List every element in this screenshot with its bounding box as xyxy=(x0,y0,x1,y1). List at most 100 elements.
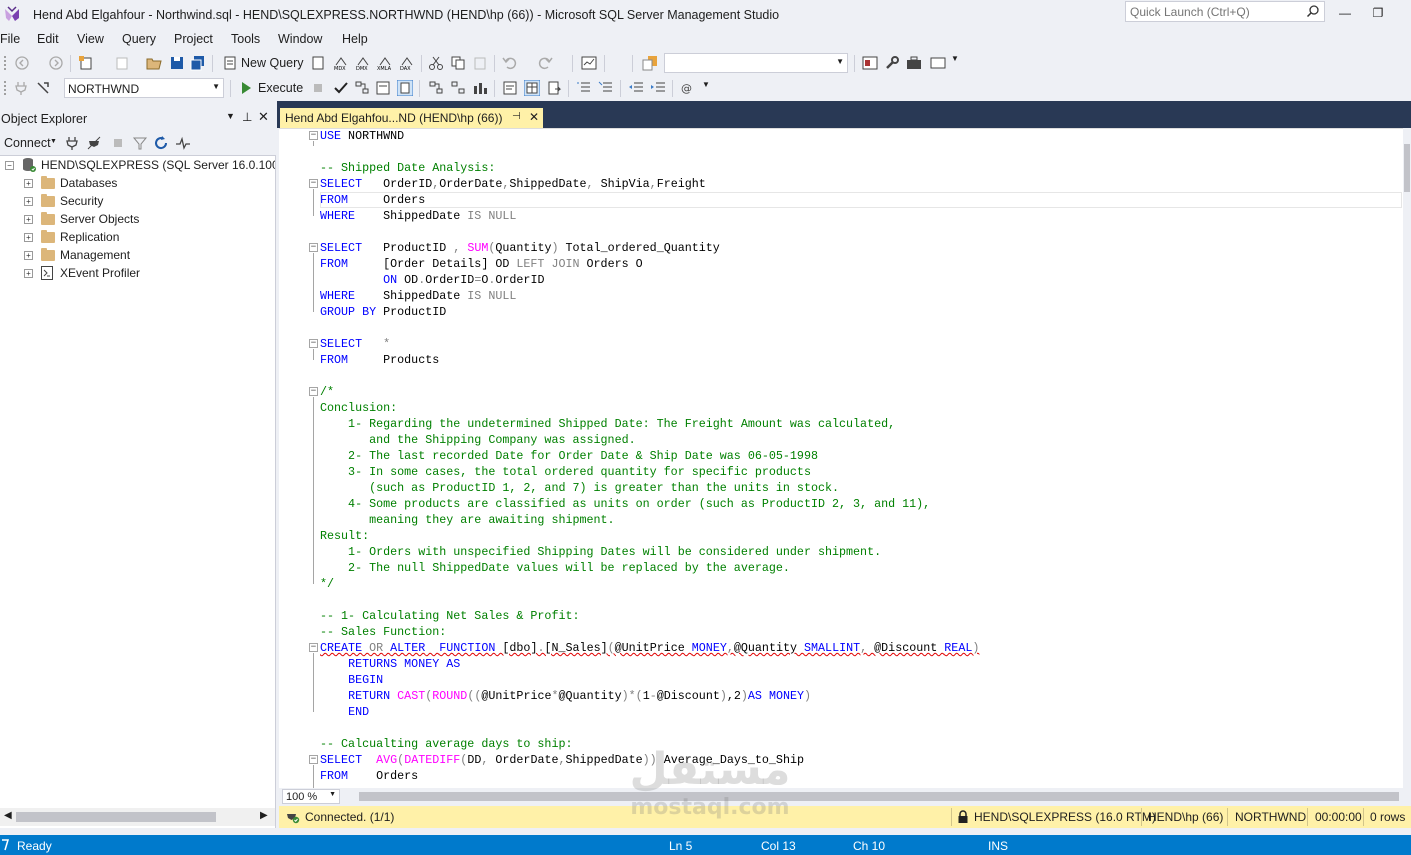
sql-editor[interactable]: − − − − − − − USE NORTHWND -- Shipped Da… xyxy=(279,128,1403,788)
scroll-thumb[interactable] xyxy=(16,812,216,822)
database-engine-query-icon[interactable] xyxy=(310,55,326,71)
output-icon[interactable] xyxy=(0,839,10,851)
collapse-toggle-icon[interactable]: − xyxy=(5,161,14,170)
filter-icon[interactable] xyxy=(132,135,148,151)
available-databases-combo[interactable]: NORTHWND ▼ xyxy=(64,78,224,98)
close-tab-icon[interactable]: ✕ xyxy=(529,110,539,124)
fold-toggle-icon[interactable]: − xyxy=(309,755,318,764)
query-options-icon[interactable] xyxy=(375,80,391,96)
pin-tab-icon[interactable]: ⊣ xyxy=(512,111,521,122)
restore-button[interactable]: ❐ xyxy=(1366,4,1390,22)
scroll-thumb[interactable] xyxy=(1404,144,1410,192)
menu-window[interactable]: Window xyxy=(278,32,322,46)
window-layout-icon[interactable] xyxy=(930,55,946,71)
disconnect-icon[interactable] xyxy=(86,135,102,151)
menu-view[interactable]: View xyxy=(77,32,104,46)
back-icon[interactable] xyxy=(14,55,30,71)
parse-checkmark-icon[interactable] xyxy=(333,80,349,96)
menu-edit[interactable]: Edit xyxy=(37,32,59,46)
results-to-text-icon[interactable] xyxy=(502,80,518,96)
zoom-combo[interactable]: 100 % ▼ xyxy=(282,789,340,804)
fold-toggle-icon[interactable]: − xyxy=(309,131,318,140)
results-to-grid-icon[interactable] xyxy=(524,80,540,96)
menu-file[interactable]: File xyxy=(0,32,20,46)
dmx-query-icon[interactable]: DMX xyxy=(355,55,371,71)
activity-pulse-icon[interactable] xyxy=(175,135,191,151)
activity-monitor-icon[interactable] xyxy=(581,55,597,71)
expand-toggle-icon[interactable]: + xyxy=(24,215,33,224)
editor-hscroll-thumb[interactable] xyxy=(359,792,1399,801)
new-query-icon[interactable] xyxy=(222,55,238,71)
document-tab-northwind[interactable]: Hend Abd Elgahfou...ND (HEND\hp (66)) ⊣ … xyxy=(280,108,543,128)
expand-toggle-icon[interactable]: + xyxy=(24,233,33,242)
object-explorer-hscrollbar[interactable]: ◀ ▶ xyxy=(0,808,275,826)
open-file-icon[interactable] xyxy=(146,55,162,71)
toolbar-grip[interactable] xyxy=(3,80,7,97)
redo-icon[interactable] xyxy=(537,55,553,71)
chevron-down-icon[interactable]: ▼ xyxy=(836,57,844,66)
expand-toggle-icon[interactable]: + xyxy=(24,179,33,188)
save-all-icon[interactable] xyxy=(190,55,206,71)
client-statistics-icon[interactable] xyxy=(472,80,488,96)
template-explorer-icon[interactable] xyxy=(862,55,878,71)
chevron-down-icon[interactable]: ▼ xyxy=(951,54,959,63)
paste-icon[interactable] xyxy=(472,55,488,71)
quick-launch-box[interactable] xyxy=(1125,1,1325,22)
fold-toggle-icon[interactable]: − xyxy=(309,179,318,188)
connect-button[interactable]: Connect xyxy=(4,136,51,150)
live-query-stats-icon[interactable] xyxy=(450,80,466,96)
expand-toggle-icon[interactable]: + xyxy=(24,251,33,260)
new-project-icon[interactable] xyxy=(78,55,94,71)
new-query-label[interactable]: New Query xyxy=(241,56,304,70)
forward-icon[interactable] xyxy=(48,55,64,71)
fold-toggle-icon[interactable]: − xyxy=(309,387,318,396)
connect-plug-icon[interactable] xyxy=(13,80,29,96)
stop-icon[interactable] xyxy=(110,135,126,151)
specify-template-values-icon[interactable]: @ xyxy=(680,80,696,96)
scroll-left-icon[interactable]: ◀ xyxy=(4,810,12,821)
undo-icon[interactable] xyxy=(502,55,518,71)
cancel-query-icon[interactable] xyxy=(310,80,326,96)
refresh-icon[interactable] xyxy=(153,135,169,151)
find-in-files-icon[interactable] xyxy=(642,55,658,71)
mdx-query-icon[interactable]: MDX xyxy=(333,55,349,71)
editor-vscrollbar[interactable] xyxy=(1403,128,1411,788)
menu-help[interactable]: Help xyxy=(342,32,368,46)
menu-tools[interactable]: Tools xyxy=(231,32,260,46)
results-to-file-icon[interactable] xyxy=(546,80,562,96)
chevron-down-icon[interactable]: ▼ xyxy=(702,80,710,89)
solution-config-combo[interactable]: ▼ xyxy=(664,53,848,73)
uncomment-icon[interactable] xyxy=(598,80,614,96)
ssms-app-icon[interactable] xyxy=(3,6,21,24)
menu-project[interactable]: Project xyxy=(174,32,213,46)
execute-play-icon[interactable] xyxy=(238,80,254,96)
expand-toggle-icon[interactable]: + xyxy=(24,197,33,206)
change-connection-icon[interactable] xyxy=(35,80,51,96)
dax-query-icon[interactable]: DAX xyxy=(399,55,415,71)
quick-launch-input[interactable] xyxy=(1130,4,1300,20)
tree-node-server[interactable]: − HEND\SQLEXPRESS (SQL Server 16.0.1000 … xyxy=(0,156,275,174)
add-item-icon[interactable] xyxy=(114,55,130,71)
execute-label[interactable]: Execute xyxy=(258,81,303,95)
include-actual-plan-icon[interactable] xyxy=(428,80,444,96)
toolbox-icon[interactable] xyxy=(906,55,922,71)
intellisense-icon[interactable] xyxy=(397,80,413,96)
estimated-plan-icon[interactable] xyxy=(354,80,370,96)
fold-toggle-icon[interactable]: − xyxy=(309,339,318,348)
chevron-down-icon[interactable]: ▼ xyxy=(212,82,220,91)
toolbar-grip[interactable] xyxy=(3,55,7,72)
increase-indent-icon[interactable] xyxy=(650,80,666,96)
comment-out-icon[interactable] xyxy=(576,80,592,96)
close-icon[interactable]: ✕ xyxy=(258,109,269,125)
save-icon[interactable] xyxy=(169,55,185,71)
xmla-query-icon[interactable]: XMLA xyxy=(377,55,393,71)
search-icon[interactable] xyxy=(1306,4,1320,18)
menu-query[interactable]: Query xyxy=(122,32,156,46)
decrease-indent-icon[interactable] xyxy=(628,80,644,96)
pin-icon[interactable]: ⊥ xyxy=(242,110,252,124)
minimize-button[interactable]: — xyxy=(1333,4,1357,22)
fold-toggle-icon[interactable]: − xyxy=(309,643,318,652)
expand-toggle-icon[interactable]: + xyxy=(24,269,33,278)
properties-wrench-icon[interactable] xyxy=(884,55,900,71)
copy-icon[interactable] xyxy=(450,55,466,71)
